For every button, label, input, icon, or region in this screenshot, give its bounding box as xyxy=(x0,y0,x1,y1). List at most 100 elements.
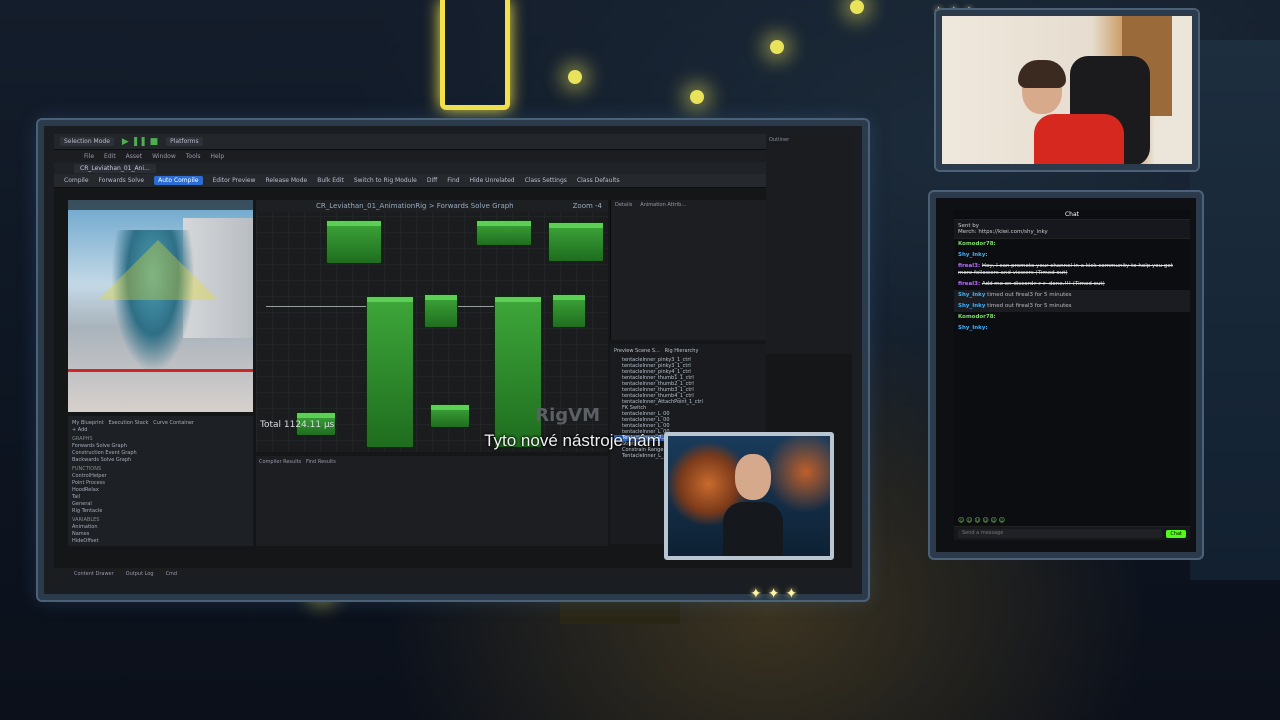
graph-item[interactable]: Backwards Solve Graph xyxy=(72,457,249,464)
emote-bar[interactable]: ☺ ☺ ☺ ☺ ☺ ☺ xyxy=(958,517,1005,524)
chat-message: Shy_Inky timed out fireal3 for 5 minutes xyxy=(954,301,1190,312)
output-log-button[interactable]: Output Log xyxy=(126,571,154,577)
rig-node[interactable] xyxy=(548,222,604,262)
compile-button[interactable]: Compile xyxy=(64,177,89,184)
variables-header: VARIABLES xyxy=(72,517,100,523)
class-defaults-button[interactable]: Class Defaults xyxy=(577,177,620,184)
content-drawer-button[interactable]: Content Drawer xyxy=(74,571,114,577)
chat-username[interactable]: Komodor78: xyxy=(958,314,996,320)
control-gizmo xyxy=(98,240,218,300)
compiler-panel: Compiler Results Find Results xyxy=(256,456,608,546)
editor-topbar: Selection Mode ▶ ❚❚ ■ Platforms xyxy=(54,134,852,150)
rig-node[interactable] xyxy=(424,294,458,328)
asset-tabs: CR_Leviathan_01_Ani... xyxy=(54,162,852,174)
lamp-light xyxy=(850,0,864,14)
chat-message-input[interactable]: Send a message xyxy=(958,529,1163,538)
neon-sign xyxy=(440,0,510,110)
total-time: Total 1124.11 µs xyxy=(260,420,335,430)
hide-unrelated-button[interactable]: Hide Unrelated xyxy=(470,177,515,184)
function-item[interactable]: Tail xyxy=(72,494,249,501)
function-item[interactable]: Rig Tentacle xyxy=(72,508,249,515)
menu-asset[interactable]: Asset xyxy=(126,153,142,160)
variable-item[interactable]: HideOffset xyxy=(72,538,249,545)
tab-execution-stack[interactable]: Execution Stack xyxy=(108,420,148,426)
chat-username[interactable]: fireal3: xyxy=(958,281,980,287)
details-panel: Details Animation Attrib... xyxy=(610,200,766,340)
chat-messages: Komodor78: Shy_Inky: fireal3: Hey, I can… xyxy=(954,239,1190,334)
class-settings-button[interactable]: Class Settings xyxy=(525,177,567,184)
pinned-text[interactable]: Merch: https://kiwi.com/shy_inky xyxy=(958,229,1048,235)
selection-mode-button[interactable]: Selection Mode xyxy=(60,137,114,146)
tab-animation-attributes[interactable]: Animation Attrib... xyxy=(640,202,686,208)
menu-tools[interactable]: Tools xyxy=(186,153,201,160)
tab-control-rig[interactable]: CR_Leviathan_01_Ani... xyxy=(74,163,156,173)
chat-message: Shy_Inky: xyxy=(954,323,1190,334)
rigvm-watermark: RigVM xyxy=(535,405,600,426)
chat-message: Komodor78: xyxy=(954,312,1190,323)
exec-wire xyxy=(266,306,366,307)
chat-username[interactable]: Komodor78: xyxy=(958,241,996,247)
diff-button[interactable]: Diff xyxy=(427,177,437,184)
tab-preview-scene[interactable]: Preview Scene S... xyxy=(614,348,660,354)
variable-item[interactable]: Animation xyxy=(72,524,249,531)
chat-username[interactable]: Shy_Inky: xyxy=(958,325,988,331)
tab-rig-hierarchy[interactable]: Rig Hierarchy xyxy=(665,348,699,354)
chat-message: fireal3: Hey, I can promote your channel… xyxy=(954,261,1190,279)
rig-node[interactable] xyxy=(476,220,532,246)
tab-curve-container[interactable]: Curve Container xyxy=(153,420,194,426)
tab-compiler-results[interactable]: Compiler Results xyxy=(259,459,301,465)
preview-viewport[interactable] xyxy=(68,200,253,412)
streamer-body xyxy=(1034,114,1124,164)
menu-help[interactable]: Help xyxy=(211,153,225,160)
switch-rig-module-button[interactable]: Switch to Rig Module xyxy=(354,177,417,184)
chat-username[interactable]: Shy_Inky xyxy=(958,303,985,309)
function-item[interactable]: ControlHelper xyxy=(72,473,249,480)
chat-input-bar: Send a message Chat xyxy=(954,526,1190,540)
play-icon[interactable]: ▶ ❚❚ ■ xyxy=(122,137,158,147)
lamp-light xyxy=(770,40,784,54)
chat-username[interactable]: Shy_Inky: xyxy=(958,252,988,258)
chat-text: timed out fireal3 for 5 minutes xyxy=(987,292,1072,298)
presenter xyxy=(723,454,783,556)
chat-username[interactable]: Shy_Inky xyxy=(958,292,985,298)
chat-text: timed out fireal3 for 5 minutes xyxy=(987,303,1072,309)
function-item[interactable]: Point Process xyxy=(72,480,249,487)
streamer-webcam xyxy=(936,10,1198,170)
find-button[interactable]: Find xyxy=(447,177,459,184)
chat-panel: Chat Sent by Merch: https://kiwi.com/shy… xyxy=(954,210,1190,540)
bulk-edit-button[interactable]: Bulk Edit xyxy=(317,177,344,184)
star-decoration: ✦✦✦ xyxy=(750,586,804,602)
graph-item[interactable]: Construction Event Graph xyxy=(72,450,249,457)
menu-edit[interactable]: Edit xyxy=(104,153,116,160)
rig-node[interactable] xyxy=(552,294,586,328)
function-item[interactable]: General xyxy=(72,501,249,508)
release-mode-button[interactable]: Release Mode xyxy=(266,177,308,184)
menu-file[interactable]: File xyxy=(84,153,94,160)
functions-list: ControlHelper Point Process HoodRelax Tail G… xyxy=(72,473,249,515)
chat-username[interactable]: fireal3: xyxy=(958,263,980,269)
functions-header: FUNCTIONS xyxy=(72,466,102,472)
platforms-button[interactable]: Platforms xyxy=(166,137,203,146)
forwards-solve-button[interactable]: Forwards Solve xyxy=(99,177,145,184)
streamer-hair xyxy=(1018,60,1066,88)
editor-preview-button[interactable]: Editor Preview xyxy=(213,177,256,184)
menu-window[interactable]: Window xyxy=(152,153,176,160)
tab-details[interactable]: Details xyxy=(615,202,632,208)
viewport-toolbar xyxy=(68,200,253,210)
tab-find-results[interactable]: Find Results xyxy=(306,459,336,465)
rig-node[interactable] xyxy=(326,220,382,264)
rig-node[interactable] xyxy=(366,296,414,448)
chat-send-button[interactable]: Chat xyxy=(1166,529,1186,538)
exec-wire xyxy=(458,306,494,307)
lamp-light xyxy=(690,90,704,104)
rig-graph[interactable]: CR_Leviathan_01_AnimationRig > Forwards … xyxy=(256,200,608,452)
menu-bar: File Edit Asset Window Tools Help xyxy=(54,150,852,162)
cmd-input[interactable]: Cmd xyxy=(166,571,178,577)
auto-compile-button[interactable]: Auto Compile xyxy=(154,176,203,185)
variable-item[interactable]: Names xyxy=(72,531,249,538)
rig-node[interactable] xyxy=(430,404,470,428)
function-item[interactable]: HoodRelax xyxy=(72,487,249,494)
lamp-light xyxy=(568,70,582,84)
tower xyxy=(1190,40,1280,580)
chat-frame: Chat Sent by Merch: https://kiwi.com/shy… xyxy=(930,192,1202,558)
